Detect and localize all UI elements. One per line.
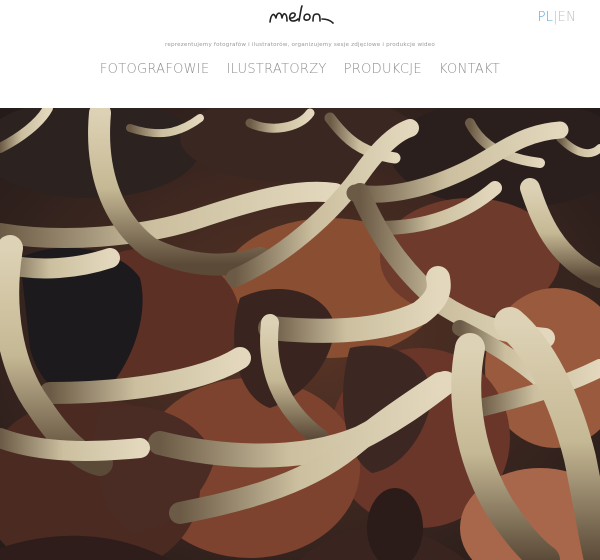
nav-item-produkcje[interactable]: PRODUKCJE (344, 62, 422, 77)
nav-item-fotografowie[interactable]: FOTOGRAFOWIE (100, 62, 210, 77)
lang-pl-link[interactable]: PL (538, 10, 553, 25)
nav-item-kontakt[interactable]: KONTAKT (439, 62, 500, 77)
nav-item-ilustratorzy[interactable]: ILUSTRATORZY (226, 62, 326, 77)
melon-logo[interactable] (266, 2, 338, 32)
page: PL|EN reprezentujemy fotografów i ilustr… (0, 0, 600, 560)
hero-image (0, 108, 600, 560)
language-switcher: PL|EN (538, 10, 576, 25)
lang-en-link[interactable]: EN (558, 10, 576, 25)
tagline: reprezentujemy fotografów i ilustratorów… (164, 42, 436, 48)
main-nav: FOTOGRAFOWIE ILUSTRATORZY PRODUKCJE KONT… (0, 62, 600, 77)
